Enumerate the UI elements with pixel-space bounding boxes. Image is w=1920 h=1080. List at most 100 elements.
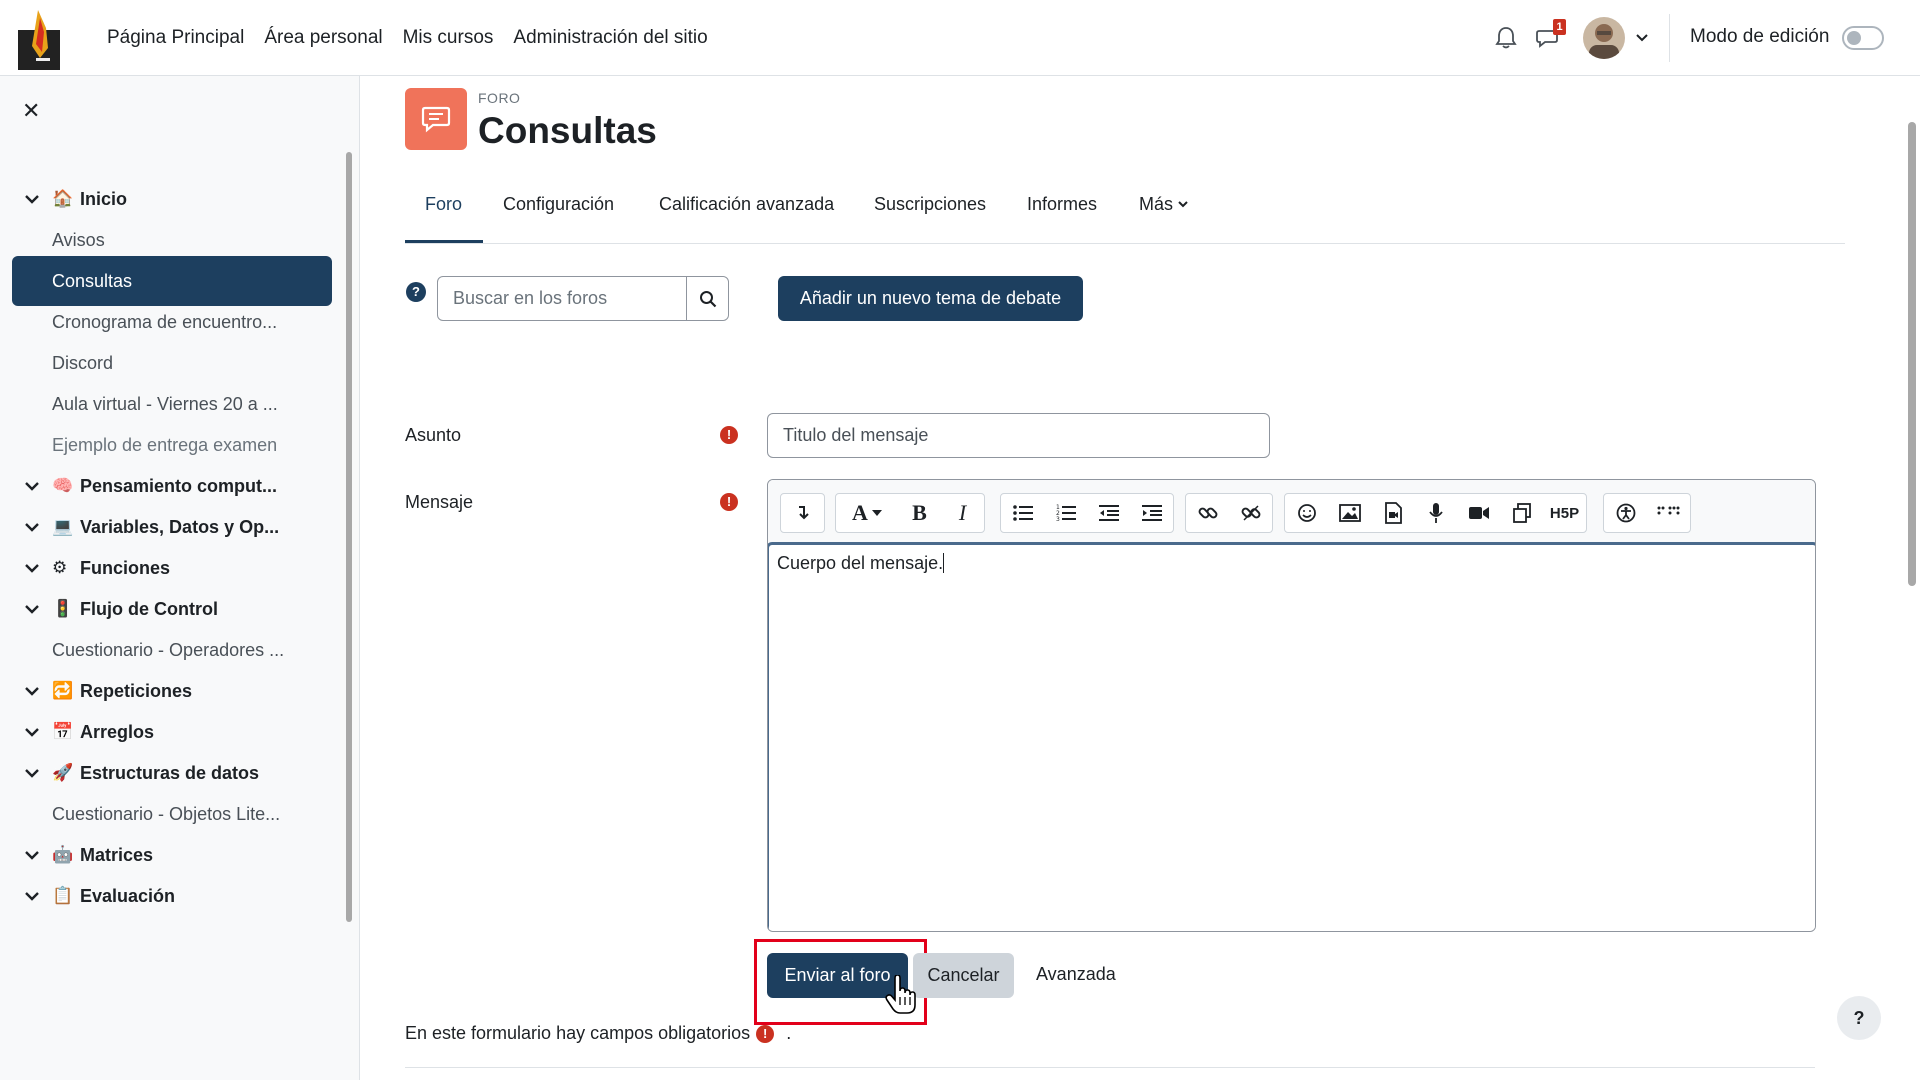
svg-text:3: 3 <box>1056 516 1060 522</box>
image-icon[interactable] <box>1328 494 1371 532</box>
forum-icon <box>405 88 467 150</box>
required-icon: ! <box>720 493 738 511</box>
tab-more-label: Más <box>1139 194 1174 214</box>
hand-cursor-icon <box>885 975 916 1014</box>
media-file-icon[interactable] <box>1371 494 1414 532</box>
nav-home-link[interactable]: Página Principal <box>107 27 244 49</box>
course-index-item-label: Aula virtual - Viernes 20 a ... <box>52 393 278 414</box>
user-avatar[interactable] <box>1583 17 1625 59</box>
course-index-item-label: Arreglos <box>80 721 155 742</box>
tab-advanced-grading[interactable]: Calificación avanzada <box>659 194 834 215</box>
toolbar-toggle-icon[interactable] <box>781 494 824 532</box>
chevron-down-icon[interactable] <box>12 686 52 696</box>
course-index-item-label: Discord <box>52 352 114 373</box>
section-emoji-icon: 🏠 <box>52 189 74 208</box>
chevron-down-icon[interactable] <box>12 563 52 573</box>
paragraph-styles-icon[interactable]: A <box>836 494 898 532</box>
chevron-down-icon[interactable] <box>12 727 52 737</box>
course-index-item-label: Repeticiones <box>80 680 193 701</box>
drawer-scrollbar[interactable] <box>346 152 352 922</box>
toolbar-group-accessibility <box>1603 493 1691 533</box>
bold-icon[interactable]: B <box>898 494 941 532</box>
user-menu-chevron-down-icon[interactable] <box>1628 24 1656 52</box>
section-emoji-icon: ⚙ <box>52 558 68 577</box>
top-navbar: Página Principal Área personal Mis curso… <box>0 0 1920 76</box>
chevron-down-icon[interactable] <box>12 604 52 614</box>
manage-files-icon[interactable] <box>1500 494 1543 532</box>
site-logo[interactable] <box>18 8 60 70</box>
link-icon[interactable] <box>1186 494 1229 532</box>
course-index-item-label: Ejemplo de entrega examen <box>52 434 278 455</box>
toolbar-group-links <box>1185 493 1273 533</box>
italic-icon[interactable]: I <box>941 494 984 532</box>
advanced-link[interactable]: Avanzada <box>1036 964 1116 985</box>
h5p-icon[interactable]: H5P <box>1543 494 1586 532</box>
page-scrollbar[interactable] <box>1908 122 1916 586</box>
editor-toolbar: A B I 123 H5P <box>768 480 1815 542</box>
record-video-icon[interactable] <box>1457 494 1500 532</box>
course-index-item-label: Matrices <box>80 844 154 865</box>
unordered-list-icon[interactable] <box>1001 494 1044 532</box>
emoji-icon[interactable] <box>1285 494 1328 532</box>
section-emoji-icon: 🧠 <box>52 476 74 495</box>
accessibility-checker-icon[interactable] <box>1604 494 1647 532</box>
toolbar-group-media: H5P <box>1284 493 1587 533</box>
course-index-item-label: Variables, Datos y Op... <box>80 516 280 537</box>
chevron-down-icon[interactable] <box>12 522 52 532</box>
edit-mode-label: Modo de edición <box>1690 26 1830 47</box>
cancel-button[interactable]: Cancelar <box>913 953 1014 998</box>
add-discussion-topic-button[interactable]: Añadir un nuevo tema de debate <box>778 276 1083 321</box>
primary-navigation: Página Principal Área personal Mis curso… <box>107 0 708 76</box>
screenreader-helper-icon[interactable] <box>1647 494 1690 532</box>
nav-site-admin-link[interactable]: Administración del sitio <box>513 27 707 49</box>
bell-icon[interactable] <box>1492 24 1520 52</box>
unlink-icon[interactable] <box>1229 494 1272 532</box>
indent-icon[interactable] <box>1130 494 1173 532</box>
section-emoji-icon: 🤖 <box>52 845 74 864</box>
nav-my-courses-link[interactable]: Mis cursos <box>403 27 494 49</box>
edit-mode-toggle[interactable] <box>1842 26 1884 50</box>
tab-reports[interactable]: Informes <box>1027 194 1097 215</box>
message-text: Cuerpo del mensaje. <box>777 553 945 573</box>
course-index-item-label: Inicio <box>80 188 128 209</box>
required-note-period: . <box>786 1023 792 1043</box>
message-textarea[interactable]: Cuerpo del mensaje. <box>768 542 1815 931</box>
section-emoji-icon: 🔁 <box>52 681 74 700</box>
message-editor: A B I 123 H5P Cuerpo del mensaje. <box>767 479 1816 932</box>
search-icon <box>699 290 716 307</box>
course-section-evaluacion[interactable]: 📋 Evaluación <box>12 871 332 921</box>
course-index-item-label: Cronograma de encuentro... <box>52 311 278 332</box>
section-emoji-icon: 🚀 <box>52 763 74 782</box>
chevron-down-icon[interactable] <box>12 768 52 778</box>
course-index-item-label: Cuestionario - Operadores ... <box>52 639 285 660</box>
tab-subscriptions[interactable]: Suscripciones <box>874 194 986 215</box>
ordered-list-icon[interactable]: 123 <box>1044 494 1087 532</box>
course-index-item-label: Flujo de Control <box>80 598 218 619</box>
help-icon[interactable]: ? <box>406 282 426 302</box>
search-button[interactable] <box>686 277 728 320</box>
close-drawer-icon[interactable]: ✕ <box>22 98 40 124</box>
toolbar-group-lists: 123 <box>1000 493 1174 533</box>
subject-input[interactable] <box>767 413 1270 458</box>
forum-search-input[interactable] <box>438 277 686 320</box>
chevron-down-icon[interactable] <box>12 194 52 204</box>
course-index-item-label: Estructuras de datos <box>80 762 260 783</box>
course-index-item-label: Pensamiento comput... <box>80 475 278 496</box>
tab-forum[interactable]: Foro <box>425 194 462 215</box>
record-audio-icon[interactable] <box>1414 494 1457 532</box>
chevron-down-icon[interactable] <box>12 850 52 860</box>
chevron-down-icon[interactable] <box>12 891 52 901</box>
nav-dashboard-link[interactable]: Área personal <box>264 27 382 49</box>
tab-settings[interactable]: Configuración <box>503 194 614 215</box>
tab-more[interactable]: Más <box>1139 194 1188 215</box>
required-icon: ! <box>756 1024 775 1043</box>
chevron-down-icon[interactable] <box>12 481 52 491</box>
forum-search <box>437 276 729 321</box>
required-fields-note: En este formulario hay campos obligatori… <box>405 1023 791 1044</box>
course-index-item-label: Funciones <box>80 557 171 578</box>
outdent-icon[interactable] <box>1087 494 1130 532</box>
help-button[interactable]: ? <box>1837 996 1881 1040</box>
toolbar-group-collapse <box>780 493 825 533</box>
course-index-item-label: Cuestionario - Objetos Lite... <box>52 803 281 824</box>
navbar-divider <box>1669 14 1670 62</box>
